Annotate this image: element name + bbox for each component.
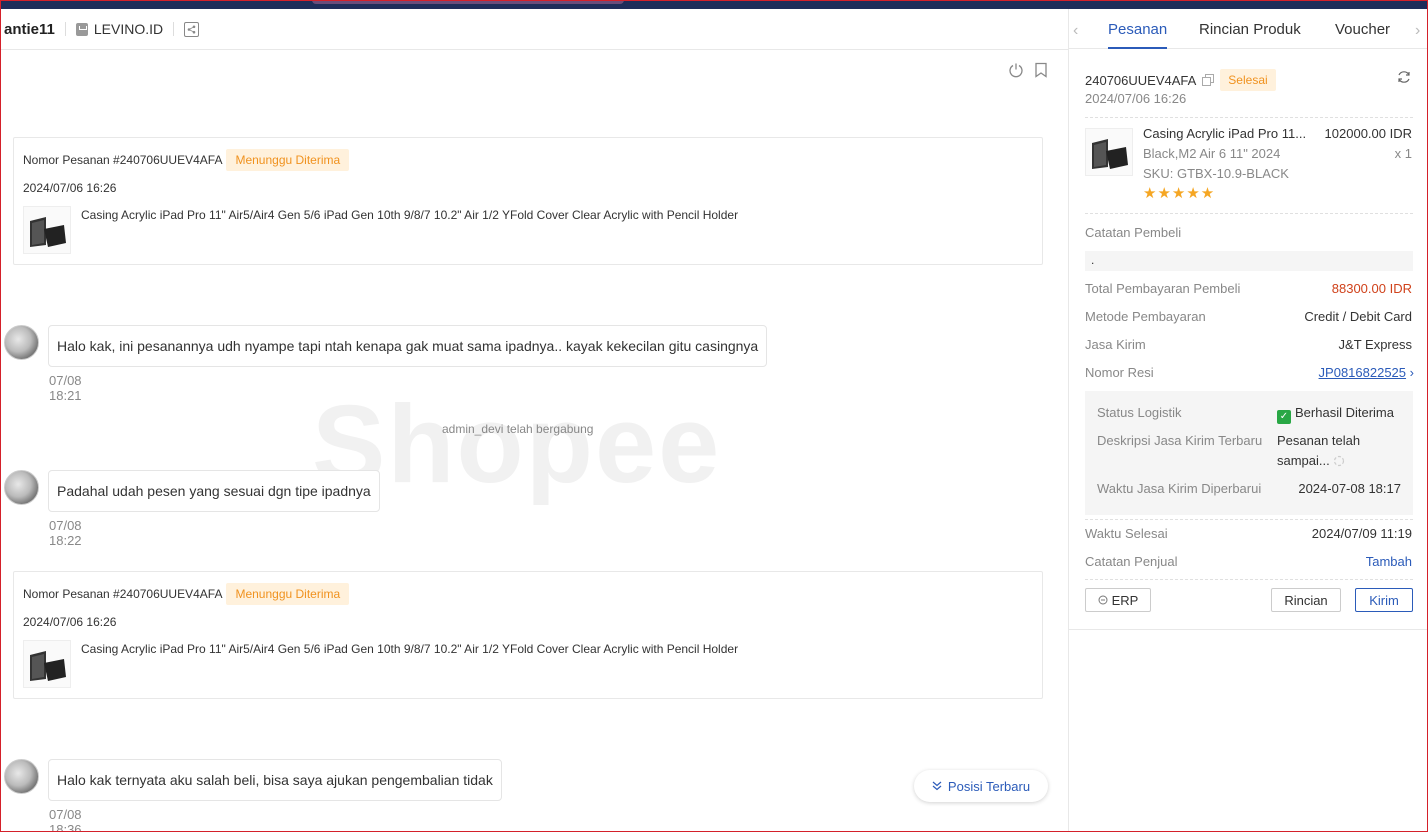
power-icon[interactable] <box>1008 62 1024 78</box>
copy-icon[interactable] <box>1202 74 1215 86</box>
logistics-status-value: ✓ Berhasil Diterima <box>1277 405 1394 424</box>
erp-button-label: ERP <box>1111 592 1139 608</box>
check-icon: ✓ <box>1277 410 1291 424</box>
chevron-right-icon[interactable]: › <box>1415 22 1420 40</box>
panel-bottom-divider <box>1069 629 1428 630</box>
buyer-note: . <box>1085 251 1413 271</box>
bookmark-icon[interactable] <box>1034 62 1048 78</box>
latest-position-label: Posisi Terbaru <box>947 778 1031 794</box>
product-name[interactable]: Casing Acrylic iPad Pro 11... <box>1143 126 1306 141</box>
chevron-right-icon: › <box>1409 365 1414 380</box>
rating-stars: ★★★★★ <box>1143 185 1216 202</box>
seller-note-label: Catatan Penjual <box>1085 554 1178 569</box>
window-top-bar <box>0 0 1428 9</box>
divider <box>1085 117 1413 118</box>
courier-value: J&T Express <box>1338 337 1412 352</box>
shop-icon <box>75 22 88 36</box>
chat-tools <box>1008 62 1048 78</box>
order-date: 2024/07/06 16:26 <box>1085 91 1187 106</box>
logistics-desc-text: sampai... <box>1277 453 1330 468</box>
tab-voucher[interactable]: Voucher <box>1335 21 1390 38</box>
order-number: Nomor Pesanan #240706UUEV4AFA <box>23 587 223 601</box>
top-bar-highlight <box>312 0 624 4</box>
total-payment-value: 88300.00 IDR <box>1331 281 1412 296</box>
total-payment-label: Total Pembayaran Pembeli <box>1085 281 1241 296</box>
logistics-updated-label: Waktu Jasa Kirim Diperbarui <box>1097 481 1262 496</box>
chevron-left-icon[interactable]: ‹ <box>1073 22 1078 40</box>
order-date: 2024/07/06 16:26 <box>23 181 117 195</box>
tracking-link[interactable]: JP0816822525 › <box>1319 365 1414 380</box>
logistics-desc-value-line1: Pesanan telah <box>1277 433 1361 448</box>
chat-panel: antie11 LEVINO.ID Shopee Nomor Pesanan #… <box>0 9 1068 832</box>
double-chevron-down-icon <box>932 781 942 791</box>
order-product-name[interactable]: Casing Acrylic iPad Pro 11" Air5/Air4 Ge… <box>81 208 738 222</box>
order-status-badge: Menunggu Diterima <box>226 149 350 171</box>
order-product-name[interactable]: Casing Acrylic iPad Pro 11" Air5/Air4 Ge… <box>81 642 738 656</box>
message-bubble[interactable]: Padahal udah pesen yang sesuai dgn tipe … <box>48 470 380 512</box>
add-seller-note-link[interactable]: Tambah <box>1366 554 1412 569</box>
header-divider <box>64 22 66 36</box>
message-time: 07/08 18:22 <box>49 518 82 548</box>
message-time: 07/08 18:36 <box>49 807 82 832</box>
loading-icon[interactable] <box>1333 455 1345 467</box>
order-card[interactable]: Nomor Pesanan #240706UUEV4AFA Menunggu D… <box>13 571 1043 699</box>
chat-header: antie11 LEVINO.ID <box>0 9 1068 50</box>
tab-rincian-produk[interactable]: Rincian Produk <box>1199 21 1301 38</box>
product-variant: Black,M2 Air 6 11" 2024 <box>1143 146 1281 161</box>
order-status-badge: Menunggu Diterima <box>226 583 350 605</box>
divider <box>1085 579 1413 580</box>
order-info-panel: ‹ Pesanan Rincian Produk Voucher › 24070… <box>1068 9 1428 832</box>
tab-pesanan[interactable]: Pesanan <box>1108 21 1167 38</box>
avatar[interactable] <box>4 325 39 360</box>
finished-time-label: Waktu Selesai <box>1085 526 1168 541</box>
avatar[interactable] <box>4 759 39 794</box>
courier-label: Jasa Kirim <box>1085 337 1146 352</box>
buyer-note-label: Catatan Pembeli <box>1085 225 1182 240</box>
product-thumbnail <box>23 206 71 254</box>
product-sku: SKU: GTBX-10.9-BLACK <box>1143 166 1289 181</box>
detail-button[interactable]: Rincian <box>1271 588 1341 612</box>
order-number: Nomor Pesanan #240706UUEV4AFA <box>23 153 223 167</box>
erp-button[interactable]: ERP <box>1085 588 1151 612</box>
product-price: 102000.00 IDR <box>1324 126 1412 141</box>
logistics-box: Status Logistik ✓ Berhasil Diterima Deskr… <box>1085 391 1413 515</box>
header-divider <box>173 22 175 36</box>
tracking-label: Nomor Resi <box>1085 365 1154 380</box>
share-icon[interactable] <box>184 21 200 37</box>
order-date: 2024/07/06 16:26 <box>23 615 117 629</box>
system-note: admin_devi telah bergabung <box>442 422 594 436</box>
latest-position-button[interactable]: Posisi Terbaru <box>914 770 1048 802</box>
avatar[interactable] <box>4 470 39 505</box>
active-tab-indicator <box>1108 47 1167 49</box>
logistics-status-text: Berhasil Diterima <box>1295 405 1394 420</box>
message-time: 07/08 18:21 <box>49 373 82 403</box>
logistics-desc-label: Deskripsi Jasa Kirim Terbaru <box>1097 433 1263 448</box>
payment-method-label: Metode Pembayaran <box>1085 309 1206 324</box>
message-bubble[interactable]: Halo kak, ini pesanannya udh nyampe tapi… <box>48 325 768 367</box>
finished-time-value: 2024/07/09 11:19 <box>1311 526 1412 541</box>
order-card[interactable]: Nomor Pesanan #240706UUEV4AFA Menunggu D… <box>13 137 1043 265</box>
divider <box>1085 519 1413 520</box>
logistics-status-label: Status Logistik <box>1097 405 1182 420</box>
order-id: 240706UUEV4AFA <box>1085 72 1197 88</box>
product-thumbnail <box>23 640 71 688</box>
tracking-number[interactable]: JP0816822525 <box>1319 365 1406 380</box>
erp-icon <box>1098 595 1108 605</box>
product-thumbnail[interactable] <box>1085 128 1133 176</box>
order-status-badge: Selesai <box>1220 69 1276 91</box>
panel-tabs: ‹ Pesanan Rincian Produk Voucher › <box>1069 9 1428 49</box>
order-id-row: 240706UUEV4AFA Selesai <box>1085 69 1276 91</box>
logistics-updated-value: 2024-07-08 18:17 <box>1298 481 1401 496</box>
send-button[interactable]: Kirim <box>1355 588 1413 612</box>
shop-name[interactable]: LEVINO.ID <box>94 21 163 37</box>
product-qty: x 1 <box>1394 146 1412 161</box>
refresh-icon[interactable] <box>1397 70 1411 84</box>
chat-username[interactable]: antie11 <box>4 21 55 38</box>
logistics-desc-value-line2: sampai... <box>1277 453 1345 468</box>
divider <box>1085 213 1413 214</box>
payment-method-value: Credit / Debit Card <box>1304 309 1412 324</box>
message-bubble[interactable]: Halo kak ternyata aku salah beli, bisa s… <box>48 759 502 801</box>
